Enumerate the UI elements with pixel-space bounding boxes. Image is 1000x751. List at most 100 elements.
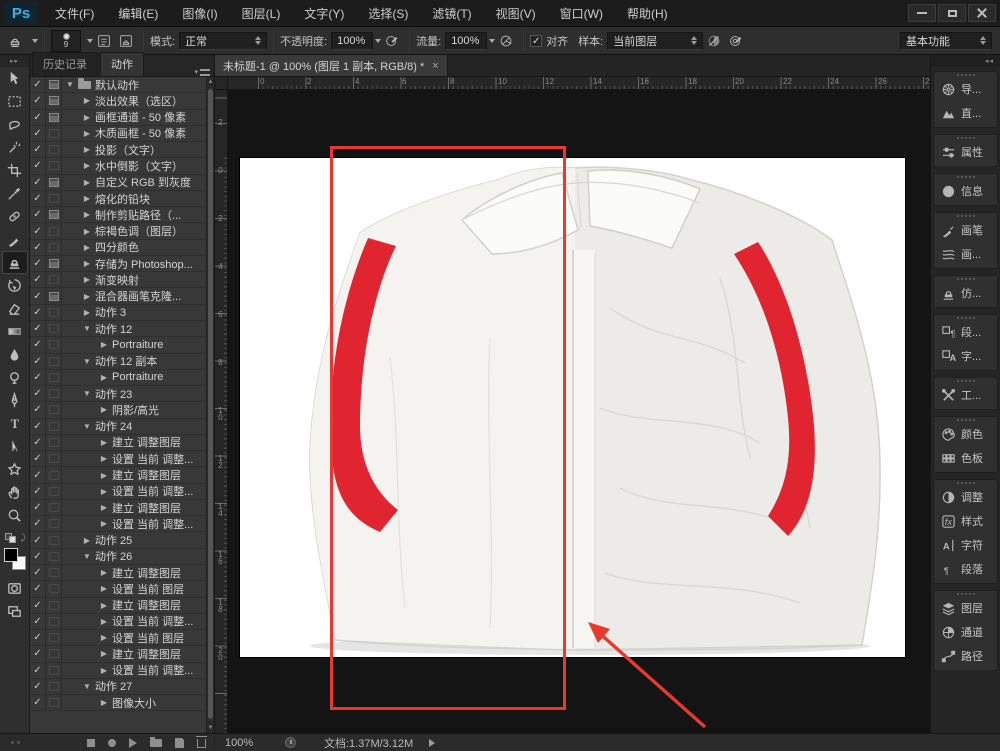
dialog-toggle[interactable] — [46, 402, 62, 417]
menu-item[interactable]: 编辑(E) — [107, 1, 169, 26]
actions-scrollbar[interactable]: ▲ ▼ — [206, 77, 214, 733]
panel-button-adjustments[interactable]: 调整 — [934, 485, 997, 509]
include-checkbox[interactable]: ✓ — [30, 565, 46, 580]
dialog-toggle[interactable] — [46, 93, 62, 108]
include-checkbox[interactable]: ✓ — [30, 630, 46, 645]
include-checkbox[interactable]: ✓ — [30, 451, 46, 466]
document-tab[interactable]: 未标题-1 @ 100% (图层 1 副本, RGB/8) * × — [215, 55, 448, 76]
brush-tool[interactable] — [2, 228, 28, 251]
include-checkbox[interactable]: ✓ — [30, 126, 46, 141]
panel-button-paths[interactable]: 路径 — [934, 644, 997, 668]
dialog-toggle[interactable] — [46, 126, 62, 141]
panel-button-character-styles[interactable]: A字... — [934, 344, 997, 368]
include-checkbox[interactable]: ✓ — [30, 77, 46, 92]
crop-tool[interactable] — [2, 159, 28, 182]
expand-arrow-icon[interactable]: ▶ — [99, 601, 109, 610]
panel-button-styles[interactable]: fx样式 — [934, 509, 997, 533]
dialog-toggle[interactable] — [46, 646, 62, 661]
include-checkbox[interactable]: ✓ — [30, 598, 46, 613]
include-checkbox[interactable]: ✓ — [30, 402, 46, 417]
dialog-toggle[interactable] — [46, 435, 62, 450]
panel-button-navigator[interactable]: 导... — [934, 77, 997, 101]
flow-input[interactable]: 100% — [445, 32, 487, 50]
document-close-icon[interactable]: × — [432, 60, 438, 72]
action-row[interactable]: ✓ ▼ 动作 12 副本 — [30, 354, 206, 370]
include-checkbox[interactable]: ✓ — [30, 516, 46, 531]
dialog-toggle[interactable] — [46, 695, 62, 710]
include-checkbox[interactable]: ✓ — [30, 614, 46, 629]
expand-arrow-icon[interactable]: ▼ — [65, 80, 75, 89]
pen-tool[interactable] — [2, 389, 28, 412]
include-checkbox[interactable]: ✓ — [30, 93, 46, 108]
dialog-toggle[interactable] — [46, 386, 62, 401]
expand-arrow-icon[interactable]: ▶ — [99, 649, 109, 658]
rect-marquee-tool[interactable] — [2, 90, 28, 113]
gradient-tool[interactable] — [2, 320, 28, 343]
action-row[interactable]: ✓ ▶ 设置 当前 调整... — [30, 451, 206, 467]
close-button[interactable] — [968, 4, 996, 22]
dialog-toggle[interactable] — [46, 354, 62, 369]
include-checkbox[interactable]: ✓ — [30, 288, 46, 303]
include-checkbox[interactable]: ✓ — [30, 191, 46, 206]
expand-arrow-icon[interactable]: ▶ — [99, 617, 109, 626]
action-row[interactable]: ✓ ▶ 画框通道 - 50 像素 — [30, 110, 206, 126]
expand-arrow-icon[interactable]: ▼ — [82, 682, 92, 691]
action-row[interactable]: ✓ ▶ 淡出效果（选区） — [30, 93, 206, 109]
action-row[interactable]: ✓ ▶ 渐变映射 — [30, 272, 206, 288]
action-row[interactable]: ✓ ▶ 木质画框 - 50 像素 — [30, 126, 206, 142]
zoom-tool[interactable] — [2, 504, 28, 527]
mode-select[interactable]: 正常 — [179, 32, 267, 50]
new-action-icon[interactable] — [175, 738, 184, 748]
expand-arrow-icon[interactable]: ▶ — [99, 438, 109, 447]
action-row[interactable]: ✓ ▶ 设置 当前 调整... — [30, 484, 206, 500]
dialog-toggle[interactable] — [46, 679, 62, 694]
type-tool[interactable]: T — [2, 412, 28, 435]
expand-arrow-icon[interactable]: ▶ — [82, 536, 92, 545]
dialog-toggle[interactable] — [46, 451, 62, 466]
airbrush-toggle-icon[interactable] — [495, 31, 517, 51]
panel-button-paragraph[interactable]: ¶段落 — [934, 557, 997, 581]
expand-arrow-icon[interactable]: ▼ — [82, 324, 92, 333]
expand-arrow-icon[interactable]: ▶ — [99, 584, 109, 593]
action-row[interactable]: ✓ ▶ 棕褐色调（图层） — [30, 223, 206, 239]
expand-arrow-icon[interactable]: ▼ — [82, 357, 92, 366]
expand-arrow-icon[interactable]: ▶ — [82, 259, 92, 268]
dialog-toggle[interactable] — [46, 484, 62, 499]
maximize-button[interactable] — [938, 4, 966, 22]
pen-pressure-size-icon[interactable] — [725, 31, 747, 51]
action-row[interactable]: ✓ ▶ 水中倒影（文字） — [30, 158, 206, 174]
action-row[interactable]: ✓ ▶ 设置 当前 调整... — [30, 516, 206, 532]
include-checkbox[interactable]: ✓ — [30, 370, 46, 385]
eyedropper-tool[interactable] — [2, 182, 28, 205]
action-row[interactable]: ✓ ▶ 设置 当前 调整... — [30, 614, 206, 630]
eraser-tool[interactable] — [2, 297, 28, 320]
menu-item[interactable]: 滤镜(T) — [421, 1, 482, 26]
dialog-toggle[interactable] — [46, 614, 62, 629]
foreground-color-swatch[interactable] — [4, 548, 18, 562]
dialog-toggle[interactable] — [46, 207, 62, 222]
action-row[interactable]: ✓ ▶ 熔化的铅块 — [30, 191, 206, 207]
action-row[interactable]: ✓ ▼ 动作 26 — [30, 549, 206, 565]
dialog-toggle[interactable] — [46, 598, 62, 613]
panel-menu-button[interactable]: ▾ — [194, 68, 210, 76]
expand-arrow-icon[interactable]: ▶ — [99, 519, 109, 528]
foreground-background-colors[interactable] — [3, 547, 27, 571]
dialog-toggle[interactable] — [46, 158, 62, 173]
dialog-toggle[interactable] — [46, 110, 62, 125]
include-checkbox[interactable]: ✓ — [30, 337, 46, 352]
dialog-toggle[interactable] — [46, 191, 62, 206]
dialog-toggle[interactable] — [46, 288, 62, 303]
action-row[interactable]: ✓ ▶ 图像大小 — [30, 695, 206, 711]
expand-arrow-icon[interactable]: ▶ — [82, 129, 92, 138]
include-checkbox[interactable]: ✓ — [30, 240, 46, 255]
opacity-input[interactable]: 100% — [331, 32, 373, 50]
expand-arrow-icon[interactable]: ▶ — [99, 471, 109, 480]
scroll-up-icon[interactable]: ▲ — [207, 77, 214, 87]
expand-arrow-icon[interactable]: ▶ — [99, 698, 109, 707]
tool-preset-picker[interactable] — [4, 31, 38, 51]
action-row[interactable]: ✓ ▶ 建立 调整图层 — [30, 467, 206, 483]
dialog-toggle[interactable] — [46, 663, 62, 678]
dialog-toggle[interactable] — [46, 142, 62, 157]
include-checkbox[interactable]: ✓ — [30, 532, 46, 547]
action-row[interactable]: ✓ ▶ 四分颜色 — [30, 240, 206, 256]
